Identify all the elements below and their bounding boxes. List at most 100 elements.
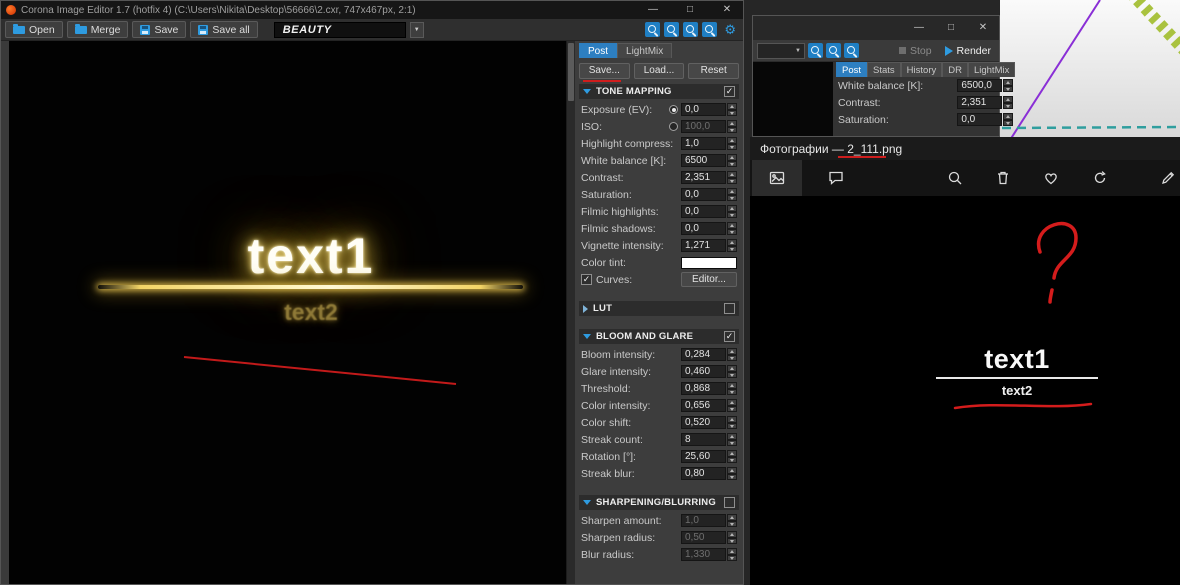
minimize-button[interactable]: — bbox=[637, 1, 669, 19]
save-all-button[interactable]: Save all bbox=[190, 21, 258, 38]
save-preset-button[interactable]: Save... bbox=[579, 63, 630, 79]
vfb-tab[interactable]: History bbox=[900, 62, 943, 77]
value-spinner[interactable]: 0,0 bbox=[681, 188, 737, 201]
value-spinner[interactable]: 0,520 bbox=[681, 416, 737, 429]
section-header-sharpening[interactable]: SHARPENING/BLURRING bbox=[579, 495, 739, 510]
value-spinner[interactable]: 8 bbox=[681, 433, 737, 446]
section-enable-checkbox[interactable] bbox=[724, 497, 735, 508]
spinner-arrows[interactable] bbox=[727, 382, 737, 395]
spinner-arrows[interactable] bbox=[727, 416, 737, 429]
vfb-tab[interactable]: DR bbox=[942, 62, 968, 77]
curves-checkbox[interactable] bbox=[581, 274, 592, 285]
value-spinner[interactable]: 2,351 bbox=[681, 171, 737, 184]
render-element-dropdown[interactable]: ▼ bbox=[757, 42, 805, 59]
spinner-arrows[interactable] bbox=[727, 137, 737, 150]
stop-render-button[interactable]: Stop bbox=[898, 45, 932, 57]
vfb-tab[interactable]: Post bbox=[836, 62, 868, 77]
value-spinner[interactable]: 0,0 bbox=[957, 113, 1014, 126]
value-spinner[interactable]: 0,0 bbox=[681, 222, 737, 235]
section-header-lut[interactable]: LUT bbox=[579, 301, 739, 316]
parameter-value[interactable]: 0,0 bbox=[681, 188, 726, 201]
delete-button[interactable] bbox=[983, 160, 1023, 196]
spinner-arrows[interactable] bbox=[727, 467, 737, 480]
parameter-value[interactable]: 0,80 bbox=[681, 467, 726, 480]
maximize-button[interactable]: □ bbox=[935, 16, 967, 40]
image-canvas[interactable]: text1 text2 bbox=[9, 41, 566, 584]
zoom-out-button[interactable] bbox=[808, 43, 823, 58]
value-spinner[interactable]: 2,351 bbox=[957, 96, 1014, 109]
parameter-value[interactable]: 0,868 bbox=[681, 382, 726, 395]
section-header-tone-mapping[interactable]: TONE MAPPING bbox=[579, 84, 739, 99]
spinner-arrows[interactable] bbox=[727, 450, 737, 463]
radio-button[interactable] bbox=[669, 105, 678, 114]
maximize-button[interactable]: □ bbox=[674, 1, 706, 19]
load-preset-button[interactable]: Load... bbox=[633, 63, 685, 79]
zoom-out-button[interactable] bbox=[664, 22, 680, 37]
spinner-arrows[interactable] bbox=[1003, 113, 1014, 126]
zoom-in-button[interactable] bbox=[645, 22, 661, 37]
parameter-value[interactable]: 0,460 bbox=[681, 365, 726, 378]
parameter-value[interactable]: 100,0 bbox=[681, 120, 726, 133]
value-spinner[interactable]: 100,0 bbox=[681, 120, 737, 133]
spinner-arrows[interactable] bbox=[727, 548, 737, 561]
parameter-value[interactable]: 1,0 bbox=[681, 514, 726, 527]
close-button[interactable]: ✕ bbox=[967, 16, 999, 40]
value-spinner[interactable]: 0,80 bbox=[681, 467, 737, 480]
zoom-button[interactable] bbox=[935, 160, 975, 196]
value-spinner[interactable]: 6500 bbox=[681, 154, 737, 167]
parameter-value[interactable]: 0,0 bbox=[681, 103, 726, 116]
parameter-value[interactable]: 1,271 bbox=[681, 239, 726, 252]
spinner-arrows[interactable] bbox=[727, 433, 737, 446]
zoom-100-button[interactable] bbox=[683, 22, 699, 37]
value-spinner[interactable]: 1,271 bbox=[681, 239, 737, 252]
value-spinner[interactable]: 1,0 bbox=[681, 137, 737, 150]
value-spinner[interactable]: 1,0 bbox=[681, 514, 737, 527]
channel-selector[interactable]: BEAUTY bbox=[273, 21, 406, 38]
zoom-fit-button[interactable] bbox=[844, 43, 859, 58]
comment-button[interactable] bbox=[816, 160, 856, 196]
value-spinner[interactable]: 0,0 bbox=[681, 205, 737, 218]
zoom-in-button[interactable] bbox=[826, 43, 841, 58]
parameter-value[interactable]: 0,520 bbox=[681, 416, 726, 429]
parameter-value[interactable]: 2,351 bbox=[681, 171, 726, 184]
parameter-value[interactable]: 0,656 bbox=[681, 399, 726, 412]
spinner-arrows[interactable] bbox=[727, 120, 737, 133]
channel-dropdown-arrow[interactable]: ▼ bbox=[409, 21, 424, 38]
spinner-arrows[interactable] bbox=[727, 188, 737, 201]
spinner-arrows[interactable] bbox=[1003, 79, 1014, 92]
spinner-arrows[interactable] bbox=[727, 103, 737, 116]
favorite-button[interactable] bbox=[1031, 160, 1071, 196]
close-button[interactable]: ✕ bbox=[711, 1, 743, 19]
spinner-arrows[interactable] bbox=[727, 222, 737, 235]
spinner-arrows[interactable] bbox=[727, 399, 737, 412]
parameter-value[interactable]: 0,284 bbox=[681, 348, 726, 361]
parameter-value[interactable]: 0,0 bbox=[957, 113, 1003, 126]
vfb-tab[interactable]: Stats bbox=[867, 62, 901, 77]
zoom-fit-button[interactable] bbox=[702, 22, 718, 37]
open-button[interactable]: Open bbox=[5, 21, 63, 38]
merge-button[interactable]: Merge bbox=[66, 21, 129, 38]
value-spinner[interactable]: 0,460 bbox=[681, 365, 737, 378]
reset-button[interactable]: Reset bbox=[688, 63, 740, 79]
value-spinner[interactable]: 0,0 bbox=[681, 103, 737, 116]
spinner-arrows[interactable] bbox=[727, 365, 737, 378]
parameter-value[interactable]: 0,50 bbox=[681, 531, 726, 544]
scrollbar-thumb[interactable] bbox=[568, 43, 574, 101]
parameter-value[interactable]: 25,60 bbox=[681, 450, 726, 463]
spinner-arrows[interactable] bbox=[727, 348, 737, 361]
section-enable-checkbox[interactable] bbox=[724, 86, 735, 97]
edit-button[interactable] bbox=[1148, 160, 1180, 196]
value-spinner[interactable]: 0,50 bbox=[681, 531, 737, 544]
value-spinner[interactable]: 0,284 bbox=[681, 348, 737, 361]
parameter-value[interactable]: 6500 bbox=[681, 154, 726, 167]
see-all-photos-button[interactable] bbox=[752, 160, 802, 196]
panel-tab[interactable]: Post bbox=[579, 43, 618, 58]
parameter-value[interactable]: 8 bbox=[681, 433, 726, 446]
radio-button[interactable] bbox=[669, 122, 678, 131]
value-spinner[interactable]: 1,330 bbox=[681, 548, 737, 561]
minimize-button[interactable]: — bbox=[903, 16, 935, 40]
rotate-button[interactable] bbox=[1080, 160, 1120, 196]
settings-gear-icon[interactable]: ⚙ bbox=[724, 22, 736, 37]
parameter-value[interactable]: 0,0 bbox=[681, 222, 726, 235]
spinner-arrows[interactable] bbox=[727, 239, 737, 252]
